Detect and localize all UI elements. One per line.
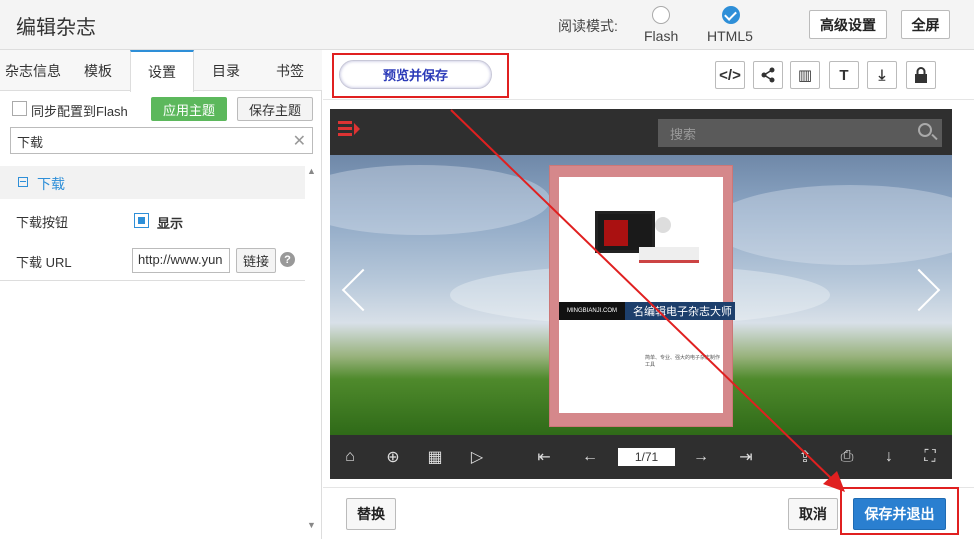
download-icon[interactable]: ⤓ xyxy=(867,61,897,89)
viewer-search-placeholder: 搜索 xyxy=(670,127,697,142)
flash-radio[interactable] xyxy=(652,6,670,24)
advanced-settings-button[interactable]: 高级设置 xyxy=(809,10,887,39)
flash-radio-label: Flash xyxy=(644,28,679,44)
settings-search-input[interactable] xyxy=(17,132,287,150)
logo-icon xyxy=(338,121,360,136)
section-title: 下载 xyxy=(37,176,65,192)
tab-settings[interactable]: 设置 xyxy=(130,50,194,92)
settings-tabs: 杂志信息 模板 设置 目录 书签 xyxy=(0,50,322,92)
first-page-icon[interactable]: ⇤ xyxy=(535,448,553,466)
divider xyxy=(0,280,305,281)
viewer-search[interactable]: 搜索 xyxy=(658,119,942,147)
play-icon[interactable]: ▷ xyxy=(468,448,486,466)
tab-magazine-info[interactable]: 杂志信息 xyxy=(0,50,66,91)
highlight-box-preview xyxy=(332,53,509,98)
search-icon[interactable] xyxy=(918,123,932,137)
download-button-value: 显示 xyxy=(157,216,184,231)
next-arrow-icon[interactable] xyxy=(897,268,941,312)
tab-template[interactable]: 模板 xyxy=(66,50,130,91)
viewer-stage: MINGBIANJI.COM 名编辑电子杂志大师 简单、专业、强大的电子杂志制作… xyxy=(330,155,952,435)
cover-page: MINGBIANJI.COM 名编辑电子杂志大师 简单、专业、强大的电子杂志制作… xyxy=(559,177,735,413)
fullscreen-button[interactable]: 全屏 xyxy=(901,10,950,39)
prev-page-icon[interactable]: ← xyxy=(581,448,599,466)
cover-title: 名编辑电子杂志大师 xyxy=(625,302,735,320)
page-title: 编辑杂志 xyxy=(16,17,96,39)
cancel-button[interactable]: 取消 xyxy=(788,498,838,530)
replace-button[interactable]: 替换 xyxy=(346,498,396,530)
download-button-label: 下载按钮 xyxy=(16,215,69,230)
editor-page: 编辑杂志 阅读模式: Flash HTML5 高级设置 全屏 杂志信息 模板 设… xyxy=(0,0,974,539)
download-url-input[interactable]: http://www.yun xyxy=(132,248,230,273)
html5-radio[interactable] xyxy=(722,6,740,24)
share-icon[interactable] xyxy=(753,61,783,89)
tab-contents[interactable]: 目录 xyxy=(194,50,258,91)
print-icon[interactable]: ⎙ xyxy=(838,448,856,466)
sync-flash-label: 同步配置到Flash xyxy=(31,104,128,119)
html5-radio-label: HTML5 xyxy=(707,28,753,44)
download-page-icon[interactable]: ↓ xyxy=(880,448,898,466)
read-mode-label: 阅读模式: xyxy=(558,18,618,34)
link-button[interactable]: 链接 xyxy=(236,248,276,273)
collapse-icon[interactable] xyxy=(18,177,28,187)
viewer-bottombar: ⌂ ⊕ ▦ ▷ ⇤ ← 1/71 → ⇥ ⇪ ⎙ ↓ ⛶ xyxy=(330,435,952,479)
columns-icon[interactable]: ▥ xyxy=(790,61,820,89)
download-button-checkbox[interactable] xyxy=(134,213,149,228)
text-icon[interactable]: T xyxy=(829,61,859,89)
prev-arrow-icon[interactable] xyxy=(341,268,385,312)
fullscreen-icon[interactable]: ⛶ xyxy=(921,448,939,466)
download-section-header[interactable]: 下载 xyxy=(0,166,305,199)
apply-theme-button[interactable]: 应用主题 xyxy=(151,97,227,121)
cover-caption: 简单、专业、强大的电子杂志制作工具 xyxy=(645,355,721,368)
thumbnails-icon[interactable]: ▦ xyxy=(426,448,444,466)
figure-illustration xyxy=(655,217,671,233)
cloud xyxy=(710,185,952,265)
code-icon[interactable]: </> xyxy=(715,61,745,89)
save-theme-button[interactable]: 保存主题 xyxy=(237,97,313,121)
highlight-box-save xyxy=(840,487,959,535)
flipbook-viewer: 搜索 MINGBIANJI.COM 名编辑电子杂志大师 简单、专业、强大的电子杂… xyxy=(330,109,952,479)
cover-site-text: MINGBIANJI.COM xyxy=(559,302,625,320)
scroll-up-icon[interactable]: ▲ xyxy=(307,166,316,176)
download-url-label: 下载 URL xyxy=(16,255,72,270)
sync-flash-checkbox[interactable] xyxy=(12,101,27,116)
settings-panel: 杂志信息 模板 设置 目录 书签 同步配置到Flash 应用主题 保存主题 ✕ … xyxy=(0,50,322,539)
page-indicator[interactable]: 1/71 xyxy=(618,448,675,466)
scroll-down-icon[interactable]: ▼ xyxy=(307,520,316,530)
settings-search: ✕ xyxy=(10,127,313,154)
next-page-icon[interactable]: → xyxy=(692,448,710,466)
magazine-cover[interactable]: MINGBIANJI.COM 名编辑电子杂志大师 简单、专业、强大的电子杂志制作… xyxy=(549,165,735,427)
clear-icon[interactable]: ✕ xyxy=(293,131,306,151)
book-illustration xyxy=(639,247,699,263)
home-icon[interactable]: ⌂ xyxy=(341,448,359,466)
help-icon[interactable]: ? xyxy=(280,252,295,267)
lock-icon[interactable] xyxy=(906,61,936,89)
viewer-topbar: 搜索 xyxy=(330,109,952,155)
zoom-in-icon[interactable]: ⊕ xyxy=(384,448,402,466)
tab-bookmarks[interactable]: 书签 xyxy=(258,50,322,91)
cloud xyxy=(330,165,550,235)
last-page-icon[interactable]: ⇥ xyxy=(737,448,755,466)
share-page-icon[interactable]: ⇪ xyxy=(796,448,814,466)
header-bar: 编辑杂志 阅读模式: Flash HTML5 高级设置 全屏 xyxy=(0,0,974,50)
